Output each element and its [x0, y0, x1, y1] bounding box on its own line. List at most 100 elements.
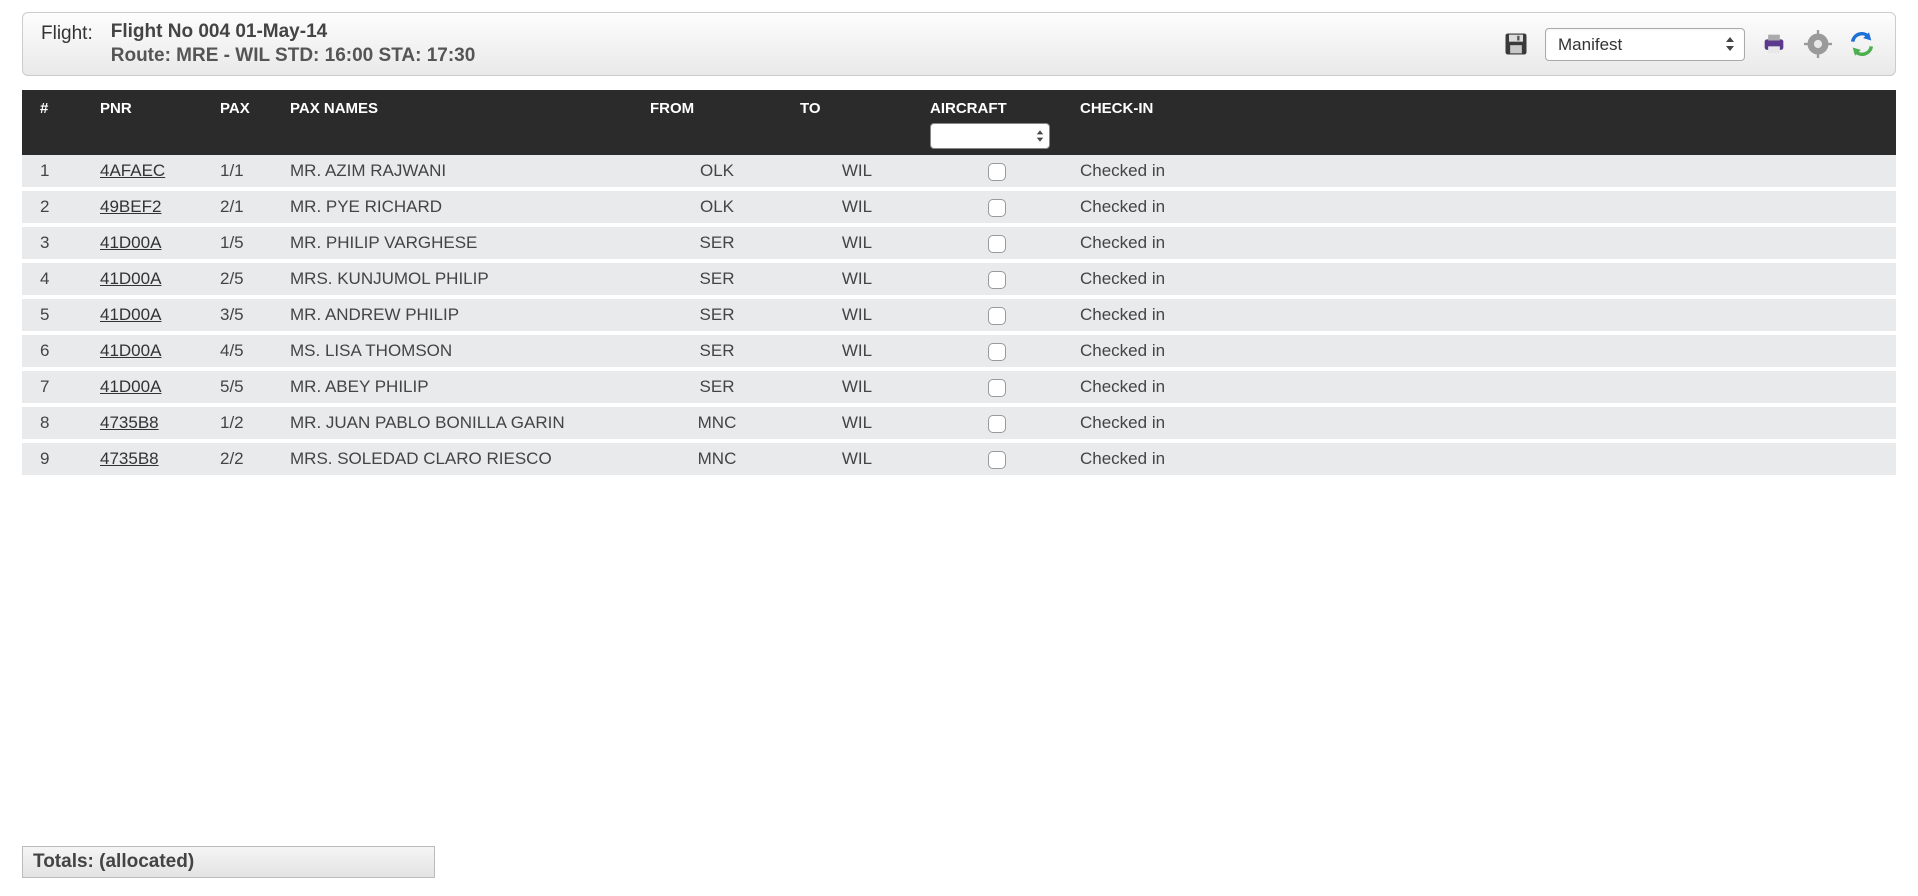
column-header-checkin[interactable]: CHECK-IN [1072, 90, 1896, 155]
cell-checkin: Checked in [1072, 405, 1896, 441]
pnr-link[interactable]: 41D00A [100, 233, 161, 252]
pnr-link[interactable]: 41D00A [100, 305, 161, 324]
cell-to: WIL [792, 261, 922, 297]
cell-to: WIL [792, 189, 922, 225]
cell-from: SER [642, 369, 792, 405]
manifest-table: # PNR PAX PAX NAMES FROM TO AIRCRAFT [22, 90, 1896, 475]
cell-index: 2 [22, 189, 92, 225]
column-header-pax[interactable]: PAX [212, 90, 282, 155]
cell-index: 6 [22, 333, 92, 369]
cell-to: WIL [792, 405, 922, 441]
cell-checkin: Checked in [1072, 261, 1896, 297]
pnr-link[interactable]: 41D00A [100, 269, 161, 288]
cell-pnr: 41D00A [92, 225, 212, 261]
save-icon[interactable] [1501, 29, 1531, 59]
view-select-wrap: Manifest [1545, 28, 1745, 61]
pnr-link[interactable]: 4735B8 [100, 413, 159, 432]
cell-aircraft [922, 155, 1072, 189]
pnr-link[interactable]: 41D00A [100, 341, 161, 360]
cell-to: WIL [792, 369, 922, 405]
cell-aircraft [922, 369, 1072, 405]
cell-pax: 4/5 [212, 333, 282, 369]
view-select[interactable]: Manifest [1545, 28, 1745, 61]
print-icon[interactable] [1759, 29, 1789, 59]
table-row: 84735B81/2MR. JUAN PABLO BONILLA GARINMN… [22, 405, 1896, 441]
cell-from: OLK [642, 155, 792, 189]
table-row: 249BEF22/1MR. PYE RICHARDOLKWILChecked i… [22, 189, 1896, 225]
cell-index: 4 [22, 261, 92, 297]
cell-name: MS. LISA THOMSON [282, 333, 642, 369]
cell-pnr: 49BEF2 [92, 189, 212, 225]
cell-name: MR. AZIM RAJWANI [282, 155, 642, 189]
cell-pax: 2/5 [212, 261, 282, 297]
cell-name: MRS. SOLEDAD CLARO RIESCO [282, 441, 642, 475]
column-header-aircraft[interactable]: AIRCRAFT [922, 90, 1072, 155]
cell-to: WIL [792, 155, 922, 189]
cell-checkin: Checked in [1072, 441, 1896, 475]
cell-aircraft [922, 297, 1072, 333]
aircraft-checkbox[interactable] [988, 163, 1006, 181]
aircraft-checkbox[interactable] [988, 451, 1006, 469]
cell-checkin: Checked in [1072, 155, 1896, 189]
cell-checkin: Checked in [1072, 297, 1896, 333]
aircraft-filter-select[interactable] [930, 123, 1050, 149]
totals-bar[interactable]: Totals: (allocated) [22, 846, 435, 878]
cell-checkin: Checked in [1072, 189, 1896, 225]
cell-pax: 1/1 [212, 155, 282, 189]
flight-title: Flight No 004 01-May-14 [111, 21, 476, 43]
aircraft-checkbox[interactable] [988, 271, 1006, 289]
cell-index: 7 [22, 369, 92, 405]
aircraft-checkbox[interactable] [988, 379, 1006, 397]
cell-aircraft [922, 189, 1072, 225]
aircraft-checkbox[interactable] [988, 235, 1006, 253]
cell-aircraft [922, 441, 1072, 475]
cell-index: 5 [22, 297, 92, 333]
refresh-icon[interactable] [1847, 29, 1877, 59]
aircraft-checkbox[interactable] [988, 199, 1006, 217]
cell-to: WIL [792, 333, 922, 369]
pnr-link[interactable]: 41D00A [100, 377, 161, 396]
cell-from: OLK [642, 189, 792, 225]
column-header-names[interactable]: PAX NAMES [282, 90, 642, 155]
cell-pax: 5/5 [212, 369, 282, 405]
cell-pnr: 41D00A [92, 261, 212, 297]
column-header-from[interactable]: FROM [642, 90, 792, 155]
aircraft-checkbox[interactable] [988, 307, 1006, 325]
pnr-link[interactable]: 49BEF2 [100, 197, 161, 216]
flight-info: Flight No 004 01-May-14 Route: MRE - WIL… [111, 21, 476, 67]
cell-pax: 2/2 [212, 441, 282, 475]
cell-from: SER [642, 297, 792, 333]
cell-to: WIL [792, 297, 922, 333]
cell-pax: 1/5 [212, 225, 282, 261]
column-header-to[interactable]: TO [792, 90, 922, 155]
cell-to: WIL [792, 225, 922, 261]
aircraft-checkbox[interactable] [988, 343, 1006, 361]
flight-route-times: Route: MRE - WIL STD: 16:00 STA: 17:30 [111, 45, 476, 67]
flight-header: Flight: Flight No 004 01-May-14 Route: M… [22, 12, 1896, 76]
cell-index: 8 [22, 405, 92, 441]
cell-checkin: Checked in [1072, 225, 1896, 261]
cell-name: MRS. KUNJUMOL PHILIP [282, 261, 642, 297]
column-header-pnr[interactable]: PNR [92, 90, 212, 155]
cell-name: MR. PYE RICHARD [282, 189, 642, 225]
column-header-aircraft-label: AIRCRAFT [930, 100, 1007, 117]
pnr-link[interactable]: 4AFAEC [100, 161, 165, 180]
cell-pnr: 41D00A [92, 369, 212, 405]
column-header-index[interactable]: # [22, 90, 92, 155]
cell-aircraft [922, 333, 1072, 369]
gear-icon[interactable] [1803, 29, 1833, 59]
aircraft-checkbox[interactable] [988, 415, 1006, 433]
manifest-table-container: # PNR PAX PAX NAMES FROM TO AIRCRAFT [22, 90, 1896, 475]
cell-pax: 1/2 [212, 405, 282, 441]
cell-checkin: Checked in [1072, 333, 1896, 369]
cell-from: MNC [642, 441, 792, 475]
cell-aircraft [922, 405, 1072, 441]
table-row: 741D00A5/5MR. ABEY PHILIPSERWILChecked i… [22, 369, 1896, 405]
cell-name: MR. ANDREW PHILIP [282, 297, 642, 333]
manifest-table-head: # PNR PAX PAX NAMES FROM TO AIRCRAFT [22, 90, 1896, 155]
cell-aircraft [922, 261, 1072, 297]
table-row: 641D00A4/5MS. LISA THOMSONSERWILChecked … [22, 333, 1896, 369]
cell-index: 1 [22, 155, 92, 189]
cell-pnr: 4735B8 [92, 441, 212, 475]
pnr-link[interactable]: 4735B8 [100, 449, 159, 468]
